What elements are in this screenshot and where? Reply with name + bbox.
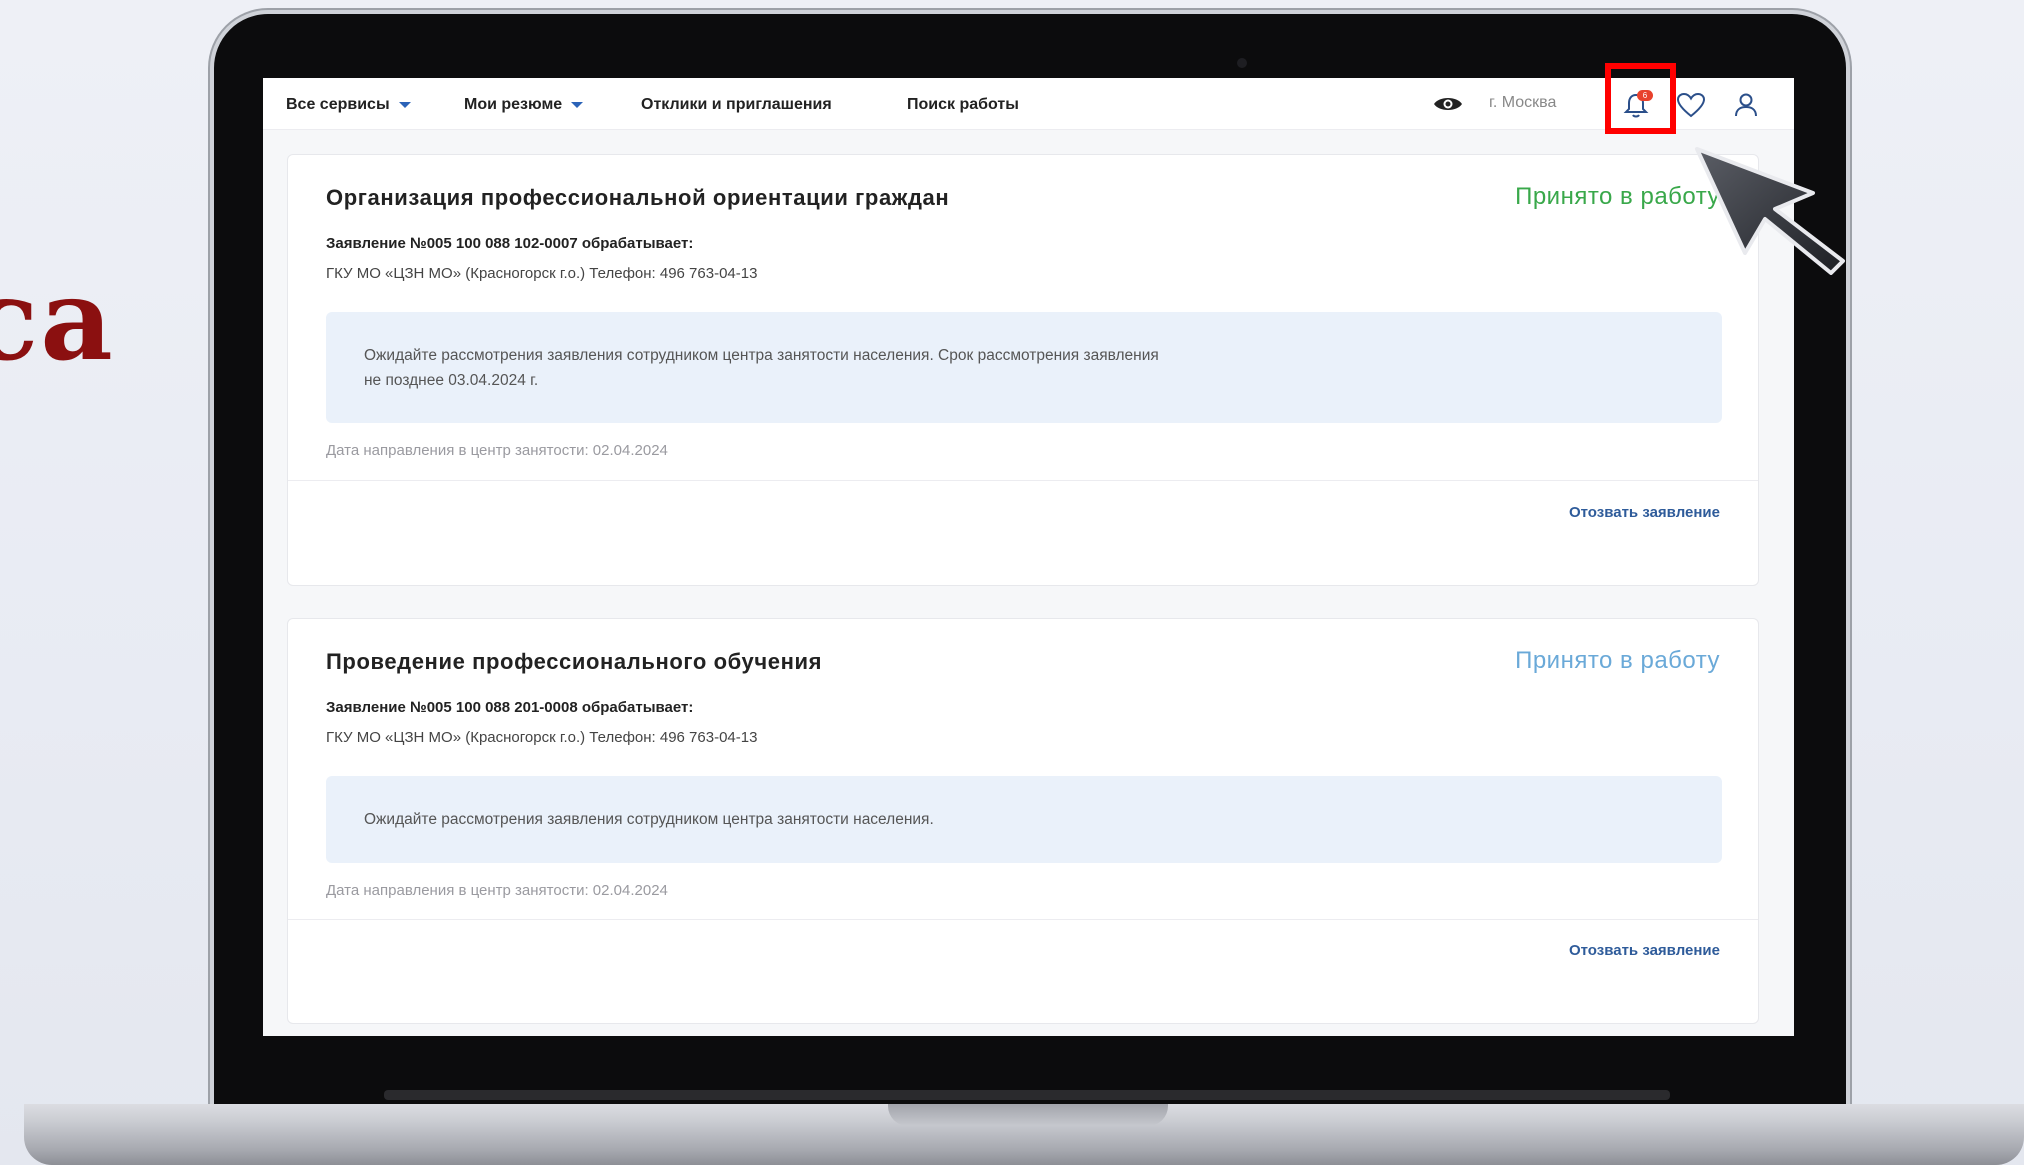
card-title: Проведение профессионального обучения	[326, 649, 823, 674]
divider	[288, 919, 1758, 920]
city-selector[interactable]: г. Москва	[1489, 94, 1556, 112]
organization-info: ГКУ МО «ЦЗН МО» (Красногорск г.о.) Телеф…	[326, 265, 758, 282]
chevron-down-icon	[398, 102, 411, 108]
camera-icon	[1237, 58, 1247, 68]
notice-text: Ожидайте рассмотрения заявления сотрудни…	[364, 811, 934, 828]
status-badge: Принято в работу	[1515, 183, 1720, 210]
eye-icon[interactable]	[1433, 95, 1463, 113]
favorites-button[interactable]	[1674, 88, 1708, 122]
divider	[288, 480, 1758, 481]
laptop-notch	[888, 1104, 1168, 1126]
notice-text: не позднее 03.04.2024 г.	[364, 371, 539, 389]
notification-highlight-frame	[1605, 63, 1676, 134]
submission-date: Дата направления в центр занятости: 02.0…	[326, 882, 668, 899]
withdraw-application-link[interactable]: Отозвать заявление	[1569, 504, 1720, 521]
application-card: Проведение профессионального обучения Пр…	[287, 618, 1759, 1024]
cursor-arrow-icon	[1695, 147, 1845, 275]
nav-item-label: Мои резюме	[464, 96, 563, 113]
user-icon	[1735, 93, 1757, 117]
status-badge: Принято в работу	[1515, 647, 1720, 674]
nav-all-services[interactable]: Все сервисы	[286, 94, 411, 116]
withdraw-application-link[interactable]: Отозвать заявление	[1569, 942, 1720, 959]
nav-my-resumes[interactable]: Мои резюме	[464, 94, 584, 116]
notice-text: Ожидайте рассмотрения заявления сотрудни…	[364, 346, 1159, 364]
profile-button[interactable]	[1729, 88, 1763, 122]
top-navigation: Все сервисы Мои резюме Отклики и приглаш…	[263, 78, 1794, 130]
slide-title-fragment: ca	[0, 255, 115, 386]
chevron-down-icon	[571, 102, 584, 108]
notice-box: Ожидайте рассмотрения заявления сотрудни…	[326, 312, 1722, 423]
nav-responses-invitations[interactable]: Отклики и приглашения	[641, 94, 832, 116]
card-title: Организация профессиональной ориентации …	[326, 185, 950, 210]
laptop-hinge	[384, 1090, 1670, 1100]
nav-item-label: Отклики и приглашения	[641, 96, 832, 113]
application-card: Организация профессиональной ориентации …	[287, 154, 1759, 586]
browser-screen: Все сервисы Мои резюме Отклики и приглаш…	[263, 78, 1794, 1036]
application-number: Заявление №005 100 088 201-0008 обрабаты…	[326, 699, 694, 716]
application-number: Заявление №005 100 088 102-0007 обрабаты…	[326, 235, 694, 252]
nav-job-search[interactable]: Поиск работы	[907, 94, 1019, 116]
nav-item-label: Все сервисы	[286, 96, 390, 113]
submission-date: Дата направления в центр занятости: 02.0…	[326, 442, 668, 459]
heart-icon	[1676, 92, 1706, 118]
nav-item-label: Поиск работы	[907, 96, 1019, 113]
notice-box: Ожидайте рассмотрения заявления сотрудни…	[326, 776, 1722, 863]
organization-info: ГКУ МО «ЦЗН МО» (Красногорск г.о.) Телеф…	[326, 729, 758, 746]
